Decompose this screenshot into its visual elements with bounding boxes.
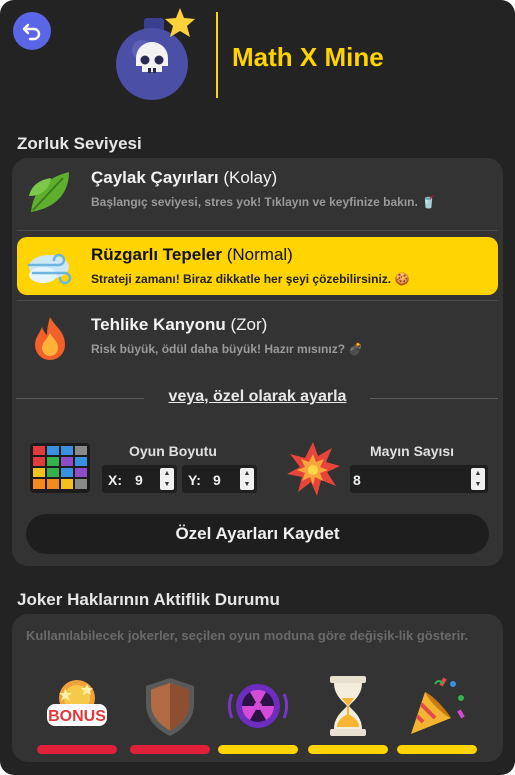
level-name: Çaylak Çayırları (Kolay) [91, 168, 278, 187]
jokers-section-title: Joker Haklarının Aktiflik Durumu [17, 590, 280, 609]
y-stepper[interactable]: ▲ ▼ [240, 468, 254, 490]
level-normal[interactable]: Rüzgarlı Tepeler (Normal) Strateji zaman… [17, 237, 498, 295]
fire-icon [35, 317, 65, 360]
difficulty-section-title: Zorluk Seviyesi [17, 134, 142, 153]
level-description: Risk büyük, ödül daha büyük! Hazır mısın… [91, 342, 364, 356]
joker-bonus[interactable]: BONUS [37, 674, 117, 760]
mine-count-label: Mayın Sayısı [370, 443, 455, 459]
y-value: 9 [213, 472, 221, 488]
grid-icon [30, 443, 90, 493]
mine-stepper[interactable]: ▲ ▼ [471, 468, 485, 490]
level-easy[interactable]: Çaylak Çayırları (Kolay) Başlangıç seviy… [17, 160, 498, 218]
joker-shield[interactable] [130, 674, 210, 760]
bomb-skull-icon [116, 8, 195, 100]
level-description: Strateji zamanı! Biraz dikkatle her şeyi… [91, 272, 410, 286]
joker-radiation[interactable] [218, 674, 298, 760]
board-size-label: Oyun Boyutu [129, 443, 217, 459]
board-y-input[interactable]: Y: 9 ▲ ▼ [182, 465, 257, 493]
bonus-icon: BONUS [47, 680, 107, 726]
level-hard[interactable]: Tehlike Kanyonu (Zor) Risk büyük, ödül d… [17, 307, 498, 365]
mine-count-value: 8 [353, 472, 361, 488]
level-separator [17, 300, 498, 301]
back-arrow-icon [22, 23, 41, 41]
joker-hourglass[interactable] [308, 674, 388, 760]
hourglass-icon [330, 676, 366, 736]
level-name: Tehlike Kanyonu (Zor) [91, 315, 268, 334]
x-stepper[interactable]: ▲ ▼ [160, 468, 174, 490]
jokers-note: Kullanılabilecek jokerler, seçilen oyun … [26, 628, 469, 643]
joker-status-bar [130, 745, 210, 754]
board-x-input[interactable]: X: 9 ▲ ▼ [102, 465, 177, 493]
save-custom-settings-button[interactable]: Özel Ayarları Kaydet [26, 514, 489, 554]
y-label: Y: [188, 472, 201, 488]
mine-count-input[interactable]: 8 ▲ ▼ [350, 465, 488, 493]
back-button[interactable] [13, 12, 51, 50]
jokers-card: Kullanılabilecek jokerler, seçilen oyun … [12, 614, 503, 762]
x-label: X: [108, 472, 122, 488]
level-separator [17, 230, 498, 231]
joker-status-bar [397, 745, 477, 754]
x-value: 9 [135, 472, 143, 488]
leaf-icon [29, 172, 69, 212]
explosion-icon [287, 442, 340, 496]
difficulty-card: Çaylak Çayırları (Kolay) Başlangıç seviy… [12, 158, 503, 566]
level-name: Rüzgarlı Tepeler (Normal) [91, 245, 293, 264]
game-settings-panel: Math X Mine Zorluk Seviyesi Çaylak Çayır… [0, 0, 515, 775]
glass-emoji: 🥤 [421, 195, 437, 209]
party-popper-icon [411, 677, 465, 734]
svg-text:BONUS: BONUS [48, 708, 106, 725]
radiation-icon [227, 684, 289, 728]
level-description: Başlangıç seviyesi, stres yok! Tıklayın … [91, 195, 437, 209]
bomb-emoji: 💣 [348, 342, 364, 356]
joker-status-bar [308, 745, 388, 754]
shield-icon [146, 678, 194, 736]
app-title: Math X Mine [232, 42, 384, 72]
custom-settings-heading: veya, özel olarak ayarla [168, 388, 347, 405]
joker-status-bar [37, 745, 117, 754]
cookie-emoji: 🍪 [394, 272, 410, 286]
custom-divider: veya, özel olarak ayarla [12, 388, 503, 408]
wind-icon [27, 253, 72, 285]
joker-party[interactable] [397, 674, 477, 760]
header-divider [216, 12, 218, 98]
joker-status-bar [218, 745, 298, 754]
